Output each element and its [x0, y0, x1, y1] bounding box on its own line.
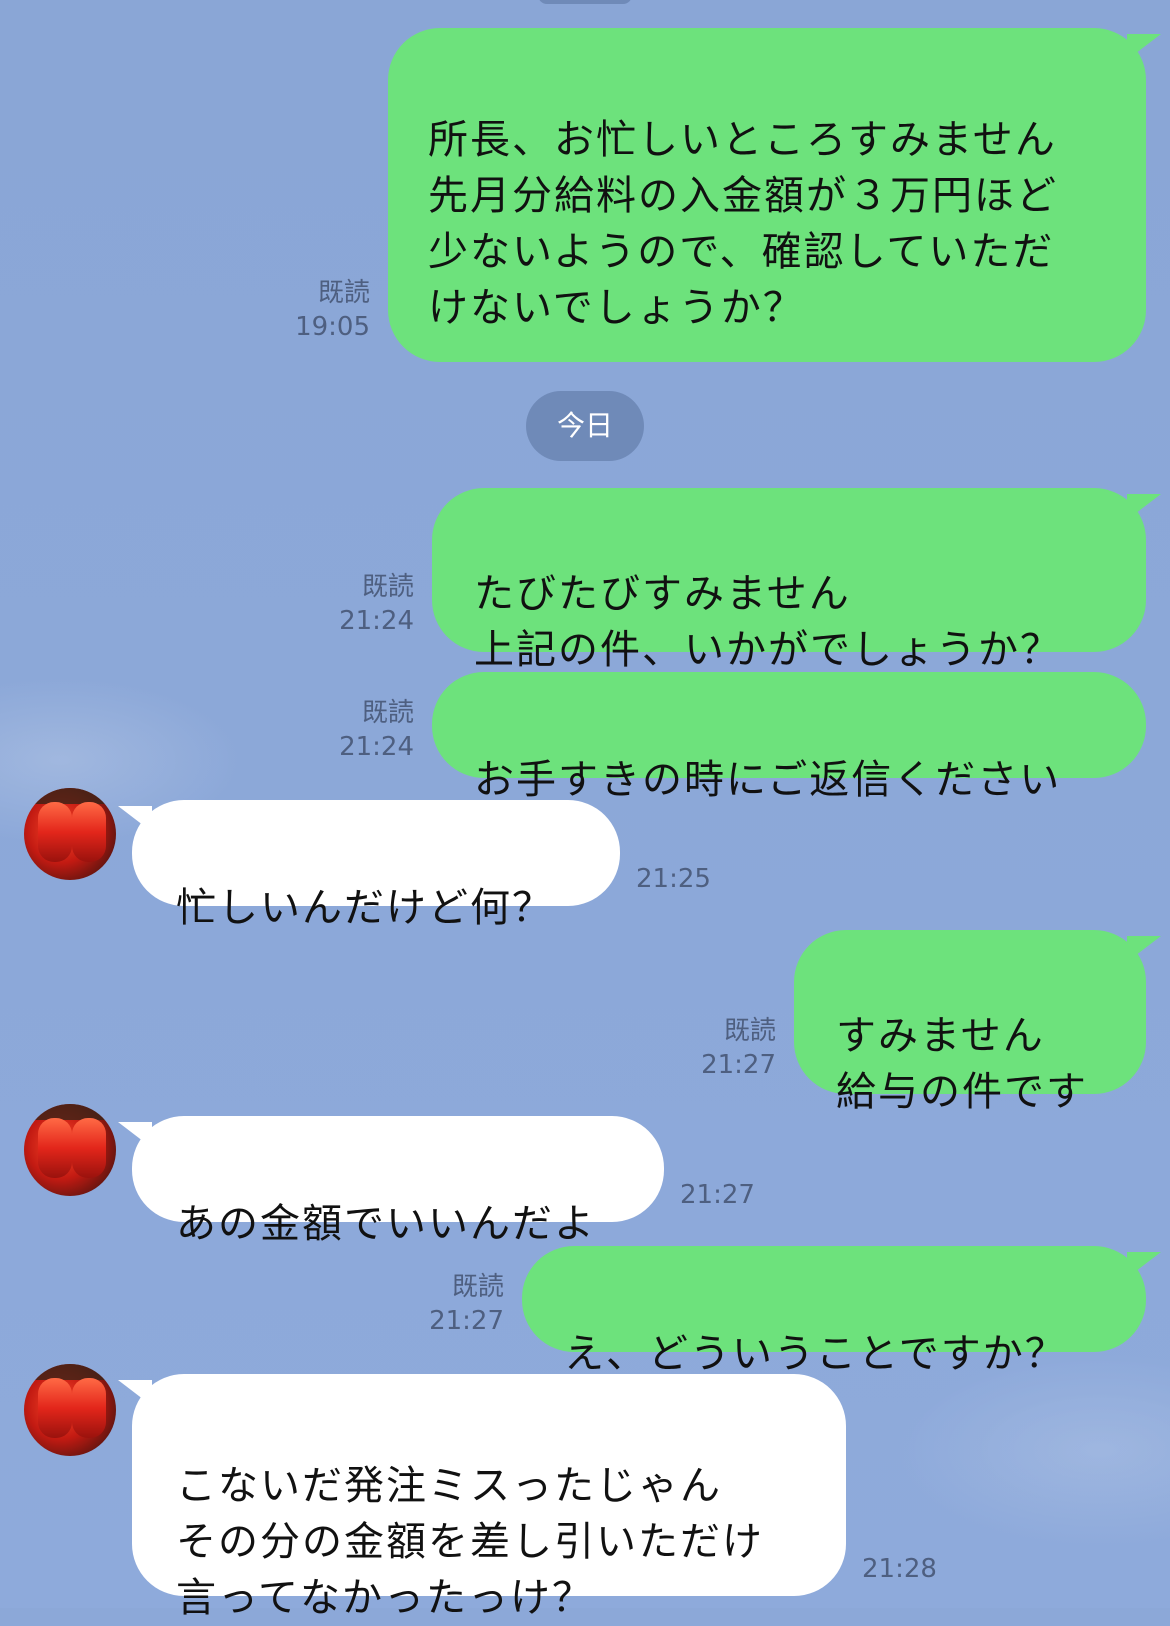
message-time: 21:25 — [636, 864, 711, 894]
outgoing-message-bubble[interactable]: お手すきの時にご返信ください — [432, 672, 1146, 803]
outgoing-message-bubble[interactable]: たびたびすみません 上記の件、いかがでしょうか？ — [432, 488, 1146, 673]
message-time: 21:24 — [339, 732, 414, 762]
read-receipt: 既読 — [451, 1272, 504, 1302]
top-handle — [538, 0, 632, 4]
message-meta: 既読 21:24 — [314, 696, 414, 764]
bubble-tail — [1127, 936, 1161, 962]
bubble-tail — [1127, 1252, 1161, 1278]
read-receipt: 既読 — [317, 278, 370, 308]
lantern-shape — [72, 1378, 106, 1438]
avatar-beam — [24, 1104, 116, 1120]
read-receipt: 既読 — [361, 572, 414, 602]
outgoing-message-bubble[interactable]: え、どういうことですか？ — [522, 1246, 1146, 1377]
bubble-tail — [118, 806, 152, 832]
avatar-red-lantern-icon[interactable] — [24, 1104, 116, 1196]
message-text: たびたびすみません 上記の件、いかがでしょうか？ — [474, 571, 1062, 673]
lantern-shape — [72, 802, 106, 862]
message-text: お手すきの時にご返信ください — [474, 757, 1062, 803]
message-time: 21:27 — [429, 1306, 504, 1336]
lantern-shape — [72, 1118, 106, 1178]
lantern-shape — [38, 802, 72, 862]
bubble-tail — [1127, 34, 1161, 60]
incoming-message-bubble[interactable]: 忙しいんだけど何？ — [132, 800, 620, 931]
incoming-message-bubble[interactable]: あの金額でいいんだよ — [132, 1116, 664, 1247]
avatar-red-lantern-icon[interactable] — [24, 1364, 116, 1456]
message-text: あの金額でいいんだよ — [176, 1201, 596, 1247]
avatar-red-lantern-icon[interactable] — [24, 788, 116, 880]
lantern-shape — [38, 1378, 72, 1438]
message-meta: 既読 21:27 — [676, 1014, 776, 1082]
message-text: 所長、お忙しいところすみません 先月分給料の入金額が３万円ほど 少ないようので、… — [428, 117, 1058, 331]
outgoing-message-bubble[interactable]: 所長、お忙しいところすみません 先月分給料の入金額が３万円ほど 少ないようので、… — [388, 28, 1146, 362]
message-meta: 既読 21:24 — [314, 570, 414, 638]
message-time: 21:27 — [680, 1180, 755, 1210]
message-time: 21:24 — [339, 606, 414, 636]
date-chip: 今日 — [526, 391, 644, 461]
message-time: 19:05 — [295, 312, 370, 342]
read-receipt: 既読 — [723, 1016, 776, 1046]
message-text: 忙しいんだけど何？ — [176, 885, 554, 931]
avatar-beam — [24, 788, 116, 804]
lantern-shape — [38, 1118, 72, 1178]
read-receipt: 既読 — [361, 698, 414, 728]
message-meta: 既読 19:05 — [270, 276, 370, 344]
message-text: え、どういうことですか？ — [564, 1331, 1067, 1377]
outgoing-message-bubble[interactable]: すみません 給与の件です — [794, 930, 1146, 1115]
message-meta: 既読 21:27 — [404, 1270, 504, 1338]
message-time: 21:27 — [701, 1050, 776, 1080]
message-time: 21:28 — [862, 1554, 937, 1584]
incoming-message-bubble[interactable]: こないだ発注ミスったじゃん その分の金額を差し引いただけ 言ってなかったっけ？ — [132, 1374, 846, 1621]
avatar-beam — [24, 1364, 116, 1380]
message-text: すみません 給与の件です — [836, 1013, 1088, 1115]
bubble-tail — [1127, 494, 1161, 520]
bubble-tail — [118, 1122, 152, 1148]
bubble-tail — [118, 1380, 152, 1406]
